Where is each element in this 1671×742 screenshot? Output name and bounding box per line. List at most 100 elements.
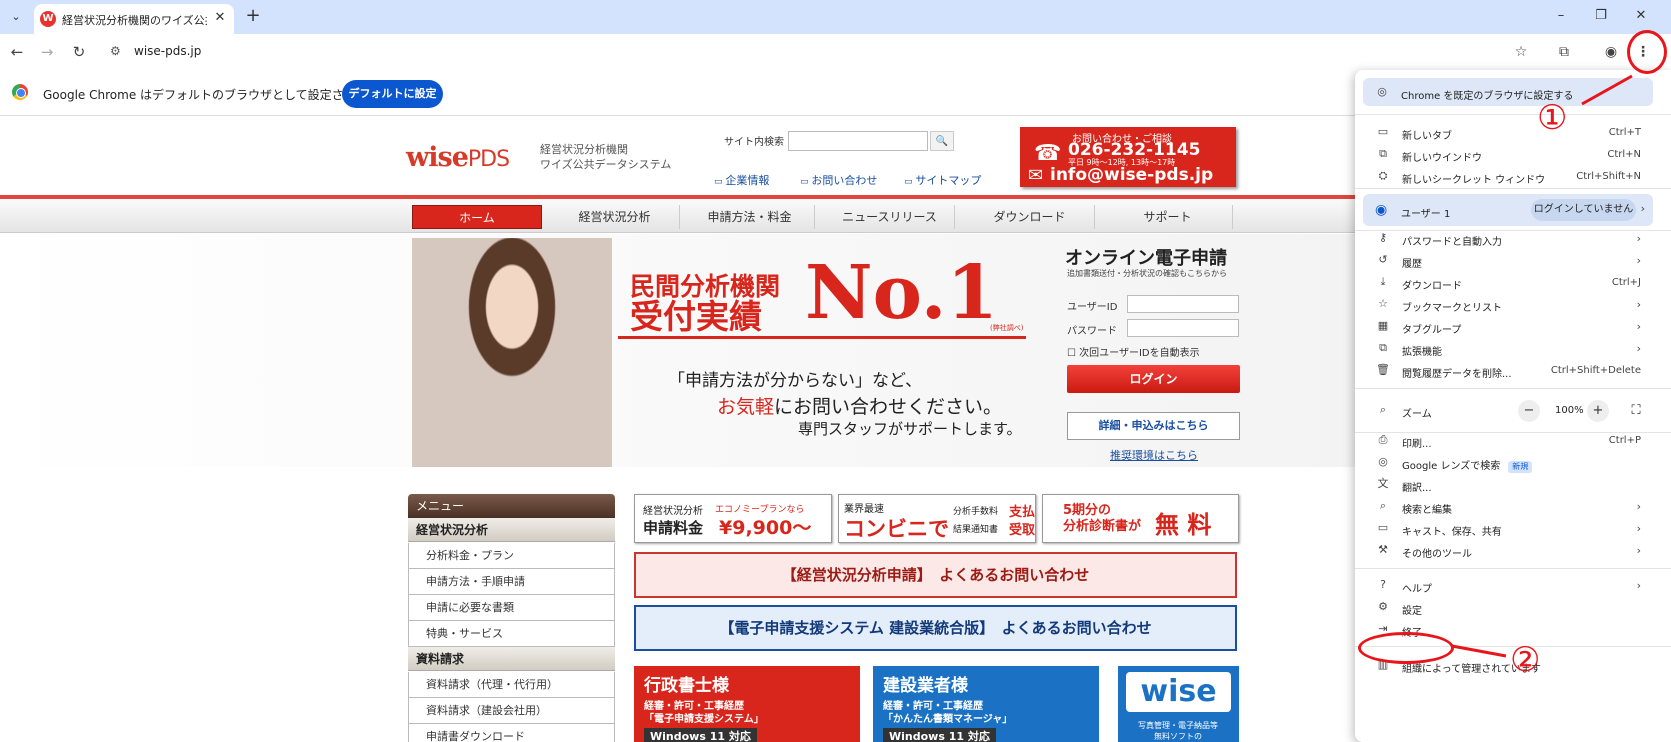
- menu-separator: [1355, 388, 1671, 389]
- menu-item-benefits[interactable]: 特典・サービス: [408, 621, 615, 647]
- nav-pricing[interactable]: 申請方法・料金: [685, 205, 815, 229]
- recommended-env-link[interactable]: 推奨環境はこちら: [1110, 447, 1198, 463]
- set-default-button[interactable]: デフォルトに設定: [342, 80, 443, 108]
- toolbox-icon: ⚒: [1378, 543, 1388, 556]
- menu-new-window[interactable]: ⧉ 新しいウインドウ Ctrl+N: [1355, 144, 1671, 166]
- menu-section-analysis[interactable]: 経営状況分析: [408, 518, 615, 542]
- wise-banner-sub2: 無料ソフトの: [1154, 732, 1202, 741]
- faq-analysis-button[interactable]: 【経営状況分析申請】 よくあるお問い合わせ: [634, 552, 1237, 598]
- chevron-right-icon: ›: [1636, 320, 1641, 333]
- new-tab-plus-icon[interactable]: +: [242, 5, 264, 27]
- menu-item-procedure[interactable]: 申請方法・手順申請: [408, 569, 615, 595]
- banner-economy-plan[interactable]: 経営状況分析 申請料金 エコノミープランなら ¥9,900〜: [634, 494, 832, 543]
- link-sitemap[interactable]: サイトマップ: [904, 172, 981, 188]
- banner-scriveners[interactable]: 行政書士様 経審・許可・工事経歴 「電子申請支援システム」 Windows 11 …: [634, 666, 860, 742]
- menu-help[interactable]: ? ヘルプ ›: [1355, 575, 1671, 597]
- menu-help-label: ヘルプ: [1402, 584, 1432, 595]
- menu-cast-save-share[interactable]: ▭ キャスト、保存、共有 ›: [1355, 518, 1671, 540]
- checkbox-icon[interactable]: ☐: [1067, 348, 1076, 359]
- menu-new-tab[interactable]: ▭ 新しいタブ Ctrl+T: [1355, 122, 1671, 144]
- menu-passwords-label: パスワードと自動入力: [1402, 237, 1502, 248]
- tab-title: 経営状況分析機関のワイズ公共デ: [62, 14, 207, 27]
- banner-wise-software[interactable]: wise 写真管理・電子納品等 無料ソフトの: [1118, 666, 1239, 742]
- annotation-line-1: [1581, 74, 1633, 106]
- detail-signup-button[interactable]: 詳細・申込みはこちら: [1067, 412, 1240, 440]
- menu-settings[interactable]: ⚙ 設定: [1355, 597, 1671, 619]
- history-icon: ↺: [1378, 253, 1388, 266]
- menu-clear-data[interactable]: 🗑 閲覧履歴データを削除... Ctrl+Shift+Delete: [1355, 360, 1671, 382]
- menu-incognito-shortcut: Ctrl+Shift+N: [1576, 171, 1641, 182]
- menu-incognito-label: 新しいシークレット ウィンドウ: [1402, 175, 1546, 186]
- banner-contractors[interactable]: 建設業者様 経審・許可・工事経歴 「かんたん書類マネージャ」 Windows 11…: [873, 666, 1099, 742]
- menu-item-download-form[interactable]: 申請書ダウンロード: [408, 724, 615, 742]
- banner-convenience[interactable]: 業界最速 コンビニで 分析手数料 支払 結果通知書 受取: [838, 494, 1036, 543]
- hero-text-1: 「申請方法が分からない」など、: [668, 371, 923, 391]
- menu-find-edit[interactable]: ⌕ 検索と編集 ›: [1355, 496, 1671, 518]
- reload-icon[interactable]: ↻: [68, 42, 90, 62]
- nav-home[interactable]: ホーム: [412, 205, 542, 229]
- menu-print-shortcut: Ctrl+P: [1608, 435, 1641, 446]
- menu-more-tools[interactable]: ⚒ その他のツール ›: [1355, 540, 1671, 562]
- menu-item-request-agent[interactable]: 資料請求（代理・代行用）: [408, 672, 615, 698]
- fullscreen-icon[interactable]: ⛶: [1625, 400, 1647, 422]
- menu-tab-groups-label: タブグループ: [1402, 325, 1462, 336]
- hero-headline: 民間分析機関 受付実績: [630, 272, 780, 333]
- user-id-input[interactable]: [1127, 295, 1239, 313]
- link-company[interactable]: 企業情報: [714, 172, 769, 188]
- menu-item-documents[interactable]: 申請に必要な書類: [408, 595, 615, 621]
- zoom-out-button[interactable]: −: [1518, 400, 1540, 422]
- site-search-icon[interactable]: 🔍: [930, 131, 954, 151]
- menu-user-status[interactable]: ログインしていません: [1531, 199, 1636, 221]
- site-search-input[interactable]: [788, 131, 928, 151]
- menu-user-profile[interactable]: ◉ ユーザー 1 ログインしていません ›: [1363, 194, 1653, 226]
- menu-bookmarks[interactable]: ☆ ブックマークとリスト ›: [1355, 294, 1671, 316]
- nav-news[interactable]: ニュースリリース: [825, 205, 955, 229]
- nav-analysis[interactable]: 経営状況分析: [550, 205, 680, 229]
- menu-new-tab-label: 新しいタブ: [1402, 131, 1452, 142]
- tab-close-icon[interactable]: ✕: [212, 10, 228, 28]
- menu-downloads[interactable]: ⤓ ダウンロード Ctrl+J: [1355, 272, 1671, 294]
- link-contact[interactable]: お問い合わせ: [800, 172, 877, 188]
- forward-arrow-icon[interactable]: →: [36, 42, 58, 62]
- banner3-text: 5期分の 分析診断書が: [1063, 503, 1141, 535]
- login-subtitle: 追加書類送付・分析状況の確認もこちらから: [1067, 269, 1227, 278]
- contact-banner[interactable]: お問い合わせ・ご相談 ☎ 026-232-1145 平日 9時～12時, 13時…: [1020, 127, 1236, 187]
- faq-system-button[interactable]: 【電子申請支援システム 建設業統合版】 よくあるお問い合わせ: [634, 605, 1237, 651]
- phone-icon: ☎: [1034, 141, 1062, 166]
- login-button[interactable]: ログイン: [1067, 365, 1240, 393]
- menu-passwords[interactable]: ⚷ パスワードと自動入力 ›: [1355, 228, 1671, 250]
- window-close-icon[interactable]: ✕: [1626, 6, 1656, 26]
- menu-item-pricing[interactable]: 分析料金・プラン: [408, 543, 615, 569]
- menu-item-request-company[interactable]: 資料請求（建設会社用）: [408, 698, 615, 724]
- site-logo[interactable]: wisePDS: [406, 142, 510, 173]
- key-icon: ⚷: [1378, 231, 1388, 244]
- menu-translate[interactable]: 文 翻訳...: [1355, 474, 1671, 496]
- tab-active[interactable]: W 経営状況分析機関のワイズ公共デ ✕: [34, 4, 234, 34]
- profile-icon[interactable]: ◉: [1600, 42, 1622, 62]
- site-info-icon[interactable]: ⚙: [110, 44, 126, 60]
- password-input[interactable]: [1127, 319, 1239, 337]
- nav-download[interactable]: ダウンロード: [965, 205, 1095, 229]
- remember-label: 次回ユーザーIDを自動表示: [1079, 348, 1200, 359]
- tab-search-chevron-icon[interactable]: ⌄: [6, 8, 26, 26]
- remember-checkbox[interactable]: ☐ 次回ユーザーIDを自動表示: [1067, 344, 1200, 359]
- address-bar[interactable]: ⚙ wise-pds.jp: [100, 38, 1540, 66]
- bookmark-star-icon[interactable]: ☆: [1510, 42, 1532, 62]
- login-title: オンライン電子申請: [1065, 248, 1227, 269]
- back-arrow-icon[interactable]: ←: [6, 42, 28, 62]
- menu-google-lens[interactable]: ◎ Google レンズで検索 新規: [1355, 452, 1671, 474]
- menu-print[interactable]: ⎙ 印刷... Ctrl+P: [1355, 430, 1671, 452]
- banner-contractors-title: 建設業者様: [883, 676, 968, 696]
- restore-icon[interactable]: ❐: [1586, 6, 1616, 26]
- menu-zoom-label: ズーム: [1402, 409, 1432, 420]
- menu-section-request[interactable]: 資料請求: [408, 647, 615, 671]
- menu-history[interactable]: ↺ 履歴 ›: [1355, 250, 1671, 272]
- banner-free-report[interactable]: 5期分の 分析診断書が 無 料: [1042, 494, 1239, 543]
- menu-incognito[interactable]: ⛭ 新しいシークレット ウィンドウ Ctrl+Shift+N: [1355, 166, 1671, 188]
- menu-extensions[interactable]: ⧉ 拡張機能 ›: [1355, 338, 1671, 360]
- zoom-in-button[interactable]: +: [1587, 400, 1609, 422]
- extensions-puzzle-icon[interactable]: ⧉: [1553, 42, 1575, 62]
- minimize-icon[interactable]: –: [1546, 6, 1576, 26]
- menu-tab-groups[interactable]: ▦ タブグループ ›: [1355, 316, 1671, 338]
- nav-support[interactable]: サポート: [1103, 205, 1233, 229]
